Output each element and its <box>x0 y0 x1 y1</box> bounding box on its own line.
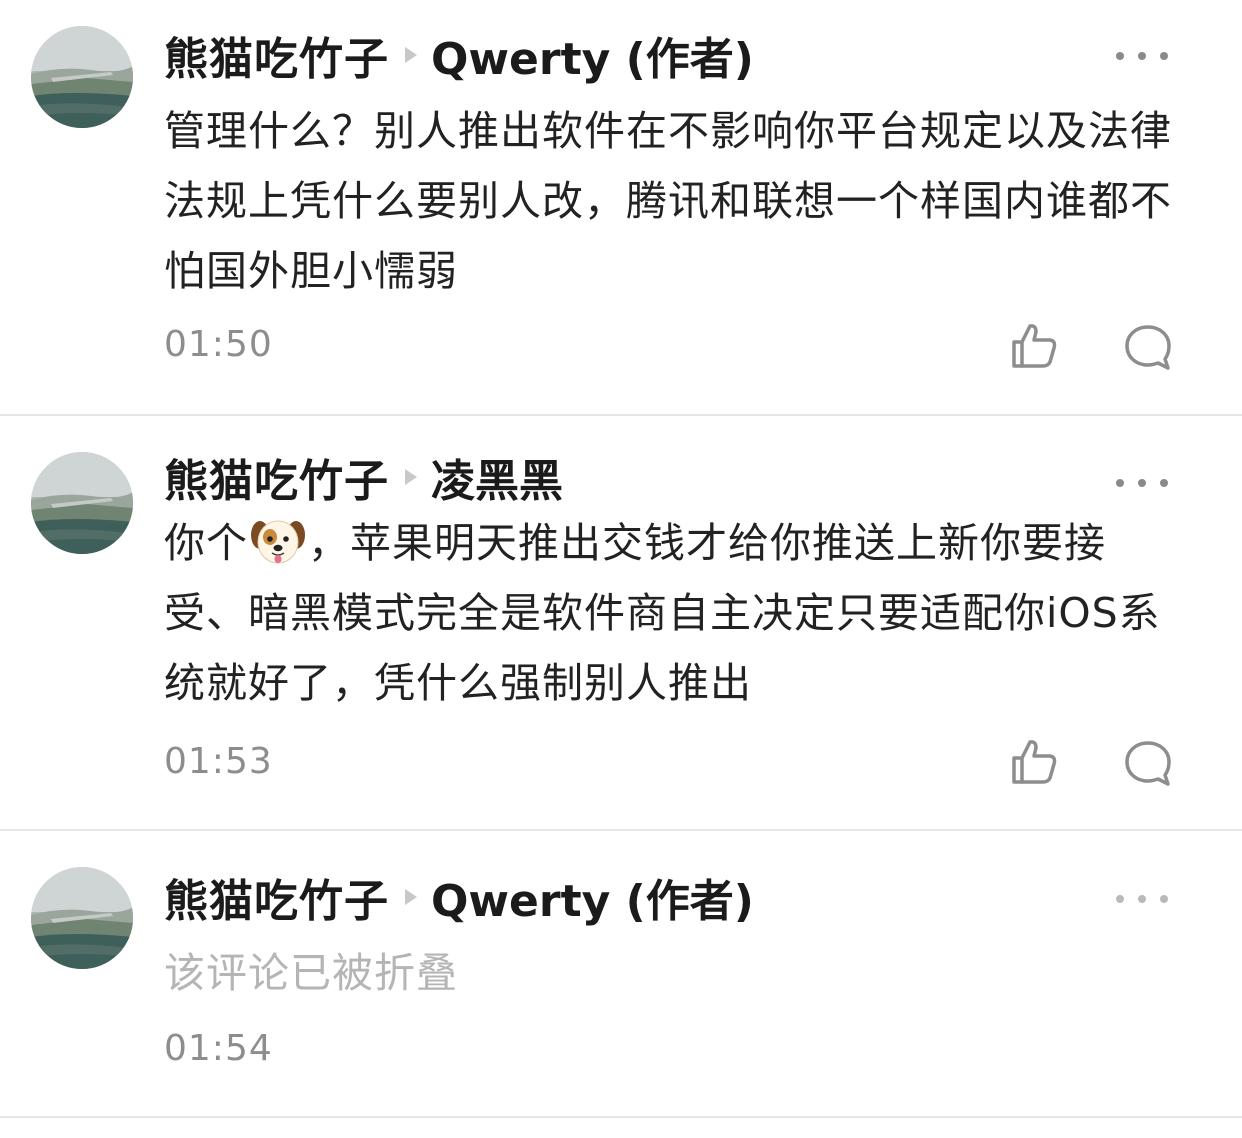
author-name[interactable]: 熊猫吃竹子 <box>164 23 389 87</box>
author-name[interactable]: 熊猫吃竹子 <box>164 445 389 509</box>
reply-arrow-icon <box>405 889 417 905</box>
reply-to-name[interactable]: Qwerty (作者) <box>431 865 754 929</box>
comment-time: 01:54 <box>164 1028 273 1069</box>
more-dots-icon[interactable] <box>1116 46 1168 66</box>
comment-header: 熊猫吃竹子 Qwerty (作者) <box>164 25 754 85</box>
divider <box>0 414 1242 416</box>
reply-to-name[interactable]: Qwerty (作者) <box>431 23 754 87</box>
avatar[interactable] <box>31 867 133 969</box>
author-name[interactable]: 熊猫吃竹子 <box>164 865 389 929</box>
more-dots-icon[interactable] <box>1116 889 1168 909</box>
divider <box>0 829 1242 831</box>
comment-text: 管理什么？别人推出软件在不影响你平台规定以及法律法规上凭什么要别人改，腾讯和联想… <box>164 107 1172 295</box>
thumbs-up-icon[interactable] <box>1008 320 1060 372</box>
comment-time: 01:50 <box>164 324 273 365</box>
avatar[interactable] <box>31 26 133 128</box>
comment-bubble-icon[interactable] <box>1122 738 1174 790</box>
comment-time: 01:53 <box>164 741 273 782</box>
comment-text-part: ，苹果明天推出交钱才给你推送上新你要接受、暗黑模式完全是软件商自主决定只要适配你… <box>164 519 1161 707</box>
comment-bubble-icon[interactable] <box>1122 322 1174 374</box>
reply-arrow-icon <box>405 47 417 63</box>
avatar[interactable] <box>31 452 133 554</box>
comment-text-part: 你个 <box>164 519 248 567</box>
comment-text: 你个 ，苹果明天推出交钱才给你推送上新你要接受、暗黑模式完全是软件商自主决定只要… <box>164 508 1184 718</box>
reply-arrow-icon <box>405 469 417 485</box>
more-dots-icon[interactable] <box>1116 473 1168 493</box>
comment-header: 熊猫吃竹子 凌黑黑 <box>164 447 563 507</box>
folded-notice[interactable]: 该评论已被折叠 <box>164 938 1184 1008</box>
reply-to-name[interactable]: 凌黑黑 <box>431 445 563 509</box>
thumbs-up-icon[interactable] <box>1008 736 1060 788</box>
dog-face-emoji <box>250 515 306 567</box>
comment-header: 熊猫吃竹子 Qwerty (作者) <box>164 867 754 927</box>
divider <box>0 1116 1242 1118</box>
